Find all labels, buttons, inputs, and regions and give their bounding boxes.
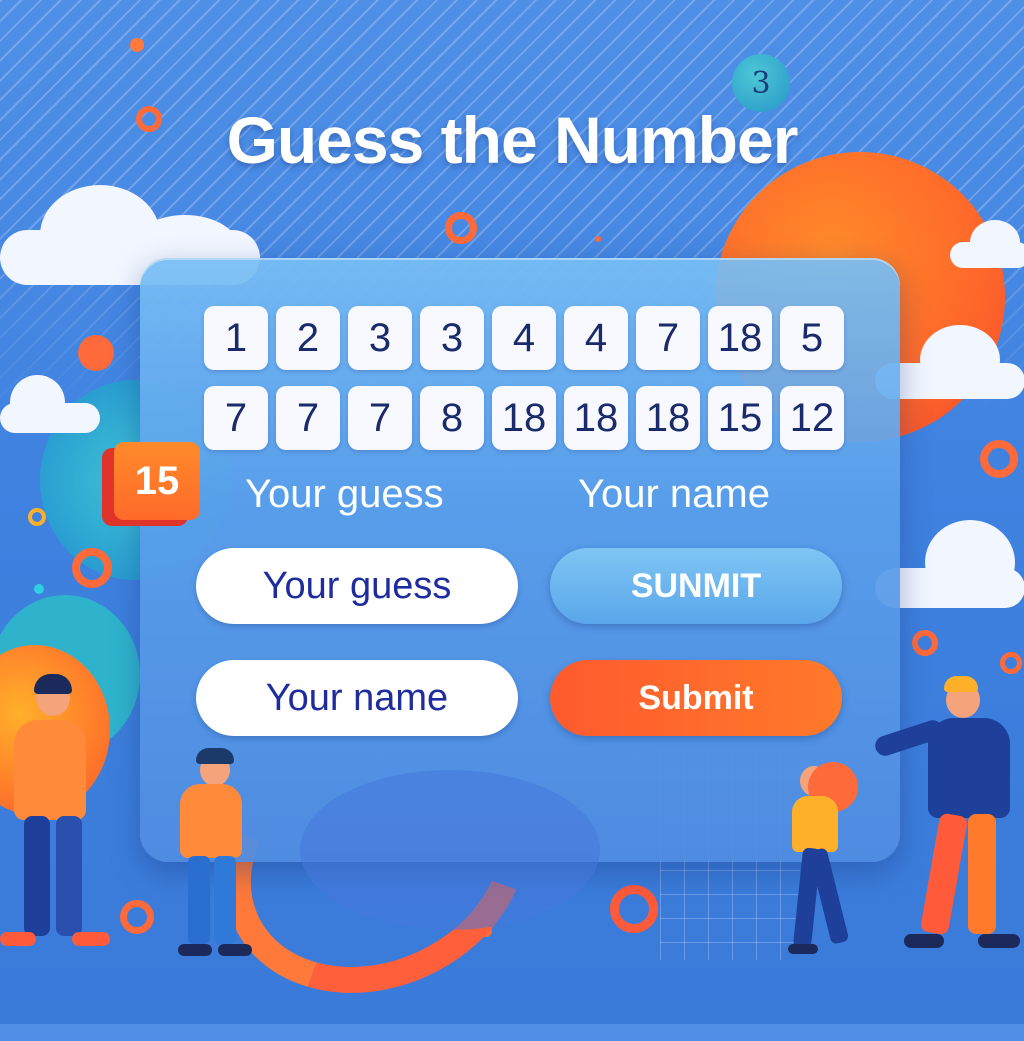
dot-decoration: [34, 584, 44, 594]
number-tile[interactable]: 7: [636, 306, 700, 370]
number-badge: 15: [102, 442, 200, 526]
cloud-mid-left: [0, 375, 100, 435]
number-tile[interactable]: 2: [276, 306, 340, 370]
number-tile[interactable]: 5: [780, 306, 844, 370]
number-tile[interactable]: 18: [708, 306, 772, 370]
dot-decoration: [595, 236, 601, 242]
ring-decoration: [445, 212, 477, 244]
number-tile[interactable]: 7: [348, 386, 412, 450]
number-tile[interactable]: 7: [204, 386, 268, 450]
ring-decoration: [1000, 652, 1022, 674]
number-tile[interactable]: 3: [348, 306, 412, 370]
number-tile[interactable]: 12: [780, 386, 844, 450]
number-tiles-row-1: 1 2 3 3 4 4 7 18 5: [204, 306, 844, 370]
number-tile[interactable]: 8: [420, 386, 484, 450]
person-illustration-right: [868, 676, 1024, 960]
badge-face: 15: [114, 442, 200, 520]
person-illustration-child: [172, 748, 262, 958]
page-title: Guess the Number: [226, 103, 799, 177]
number-tiles-row-2: 7 7 7 8 18 18 18 15 12: [204, 386, 844, 450]
ring-decoration: [980, 440, 1018, 478]
number-tile[interactable]: 3: [420, 306, 484, 370]
person-illustration-left: [0, 674, 110, 960]
ring-decoration: [912, 630, 938, 656]
dot-decoration: [78, 335, 114, 371]
ring-decoration: [610, 885, 658, 933]
dot-decoration: [130, 38, 144, 52]
number-tile[interactable]: 7: [276, 386, 340, 450]
number-tile[interactable]: 18: [492, 386, 556, 450]
coin-number: 3: [751, 65, 771, 101]
cloud-top-right: [950, 220, 1024, 270]
number-tile[interactable]: 18: [564, 386, 628, 450]
ring-decoration: [72, 548, 112, 588]
number-tile[interactable]: 18: [636, 386, 700, 450]
panel-wave-decoration: [300, 770, 600, 930]
number-tile[interactable]: 4: [492, 306, 556, 370]
guess-input[interactable]: Your guess: [196, 548, 518, 624]
number-tile[interactable]: 4: [564, 306, 628, 370]
name-input[interactable]: Your name: [196, 660, 518, 736]
ring-decoration: [28, 508, 46, 526]
number-tile[interactable]: 1: [204, 306, 268, 370]
guess-label: Your guess: [245, 472, 444, 516]
ring-decoration: [120, 900, 154, 934]
number-tile[interactable]: 15: [708, 386, 772, 450]
badge-number: 15: [134, 458, 180, 503]
name-label: Your name: [578, 472, 770, 516]
person-illustration-woman: [768, 760, 868, 960]
submit-button[interactable]: Submit: [550, 660, 842, 736]
submit-button-top[interactable]: SUNMIT: [550, 548, 842, 624]
